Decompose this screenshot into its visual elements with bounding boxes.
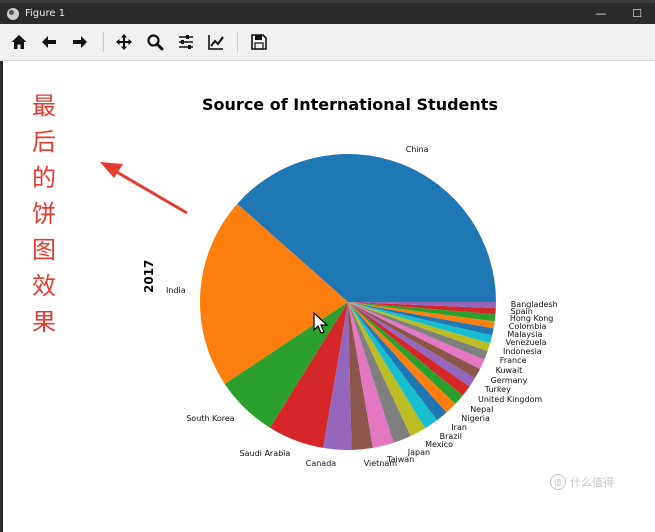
- pan-icon: [116, 34, 132, 50]
- back-button[interactable]: [38, 31, 60, 53]
- window-controls: — ☐: [583, 3, 655, 24]
- toolbar-separator: [103, 32, 104, 52]
- edit-axis-button[interactable]: [205, 31, 227, 53]
- pie-label: United Kingdom: [478, 395, 543, 404]
- configure-subplots-button[interactable]: [175, 31, 197, 53]
- navigation-toolbar: [0, 24, 655, 61]
- minimize-button[interactable]: —: [583, 3, 619, 24]
- pie-label: Germany: [490, 375, 528, 385]
- zoom-icon: [147, 34, 164, 51]
- pie-label: Canada: [305, 459, 337, 469]
- pie-label: India: [165, 285, 186, 295]
- pie-label: Mexico: [425, 440, 454, 450]
- pie-label: France: [499, 355, 527, 365]
- pie-label: Brazil: [439, 431, 462, 441]
- app-icon: [7, 7, 19, 20]
- pie-label: Kuwait: [495, 365, 523, 375]
- pie-chart: Source of International Students 2017 Ch…: [0, 61, 655, 532]
- pan-button[interactable]: [113, 31, 135, 53]
- pie-label: South Korea: [186, 413, 235, 423]
- maximize-button[interactable]: ☐: [619, 3, 655, 24]
- watermark-logo-icon: 值: [550, 474, 566, 490]
- pie-label: Iran: [451, 422, 467, 432]
- zoom-button[interactable]: [144, 31, 166, 53]
- watermark: 值 什么值得: [550, 474, 614, 490]
- forward-arrow-icon: [73, 36, 87, 48]
- forward-button[interactable]: [69, 31, 91, 53]
- edit-axis-icon: [208, 35, 224, 50]
- home-icon: [11, 35, 27, 49]
- configure-subplots-icon: [179, 35, 193, 49]
- pie-label: Nepal: [470, 404, 494, 414]
- pie-label: Saudi Arabia: [239, 449, 291, 459]
- home-button[interactable]: [8, 31, 30, 53]
- watermark-text: 什么值得: [570, 476, 614, 489]
- pie-label: Nigeria: [461, 413, 490, 423]
- pie-label: Indonesia: [503, 346, 542, 356]
- save-icon: [251, 34, 267, 50]
- save-button[interactable]: [248, 31, 270, 53]
- pie-label: Bangladesh: [510, 300, 558, 310]
- pie-label: China: [405, 144, 429, 154]
- window-title: Figure 1: [25, 8, 66, 19]
- pie-label: Turkey: [484, 385, 511, 395]
- mouse-cursor-icon: [313, 312, 329, 334]
- back-arrow-icon: [42, 36, 56, 48]
- toolbar-separator: [237, 32, 238, 52]
- window-titlebar: Figure 1 — ☐: [0, 3, 655, 24]
